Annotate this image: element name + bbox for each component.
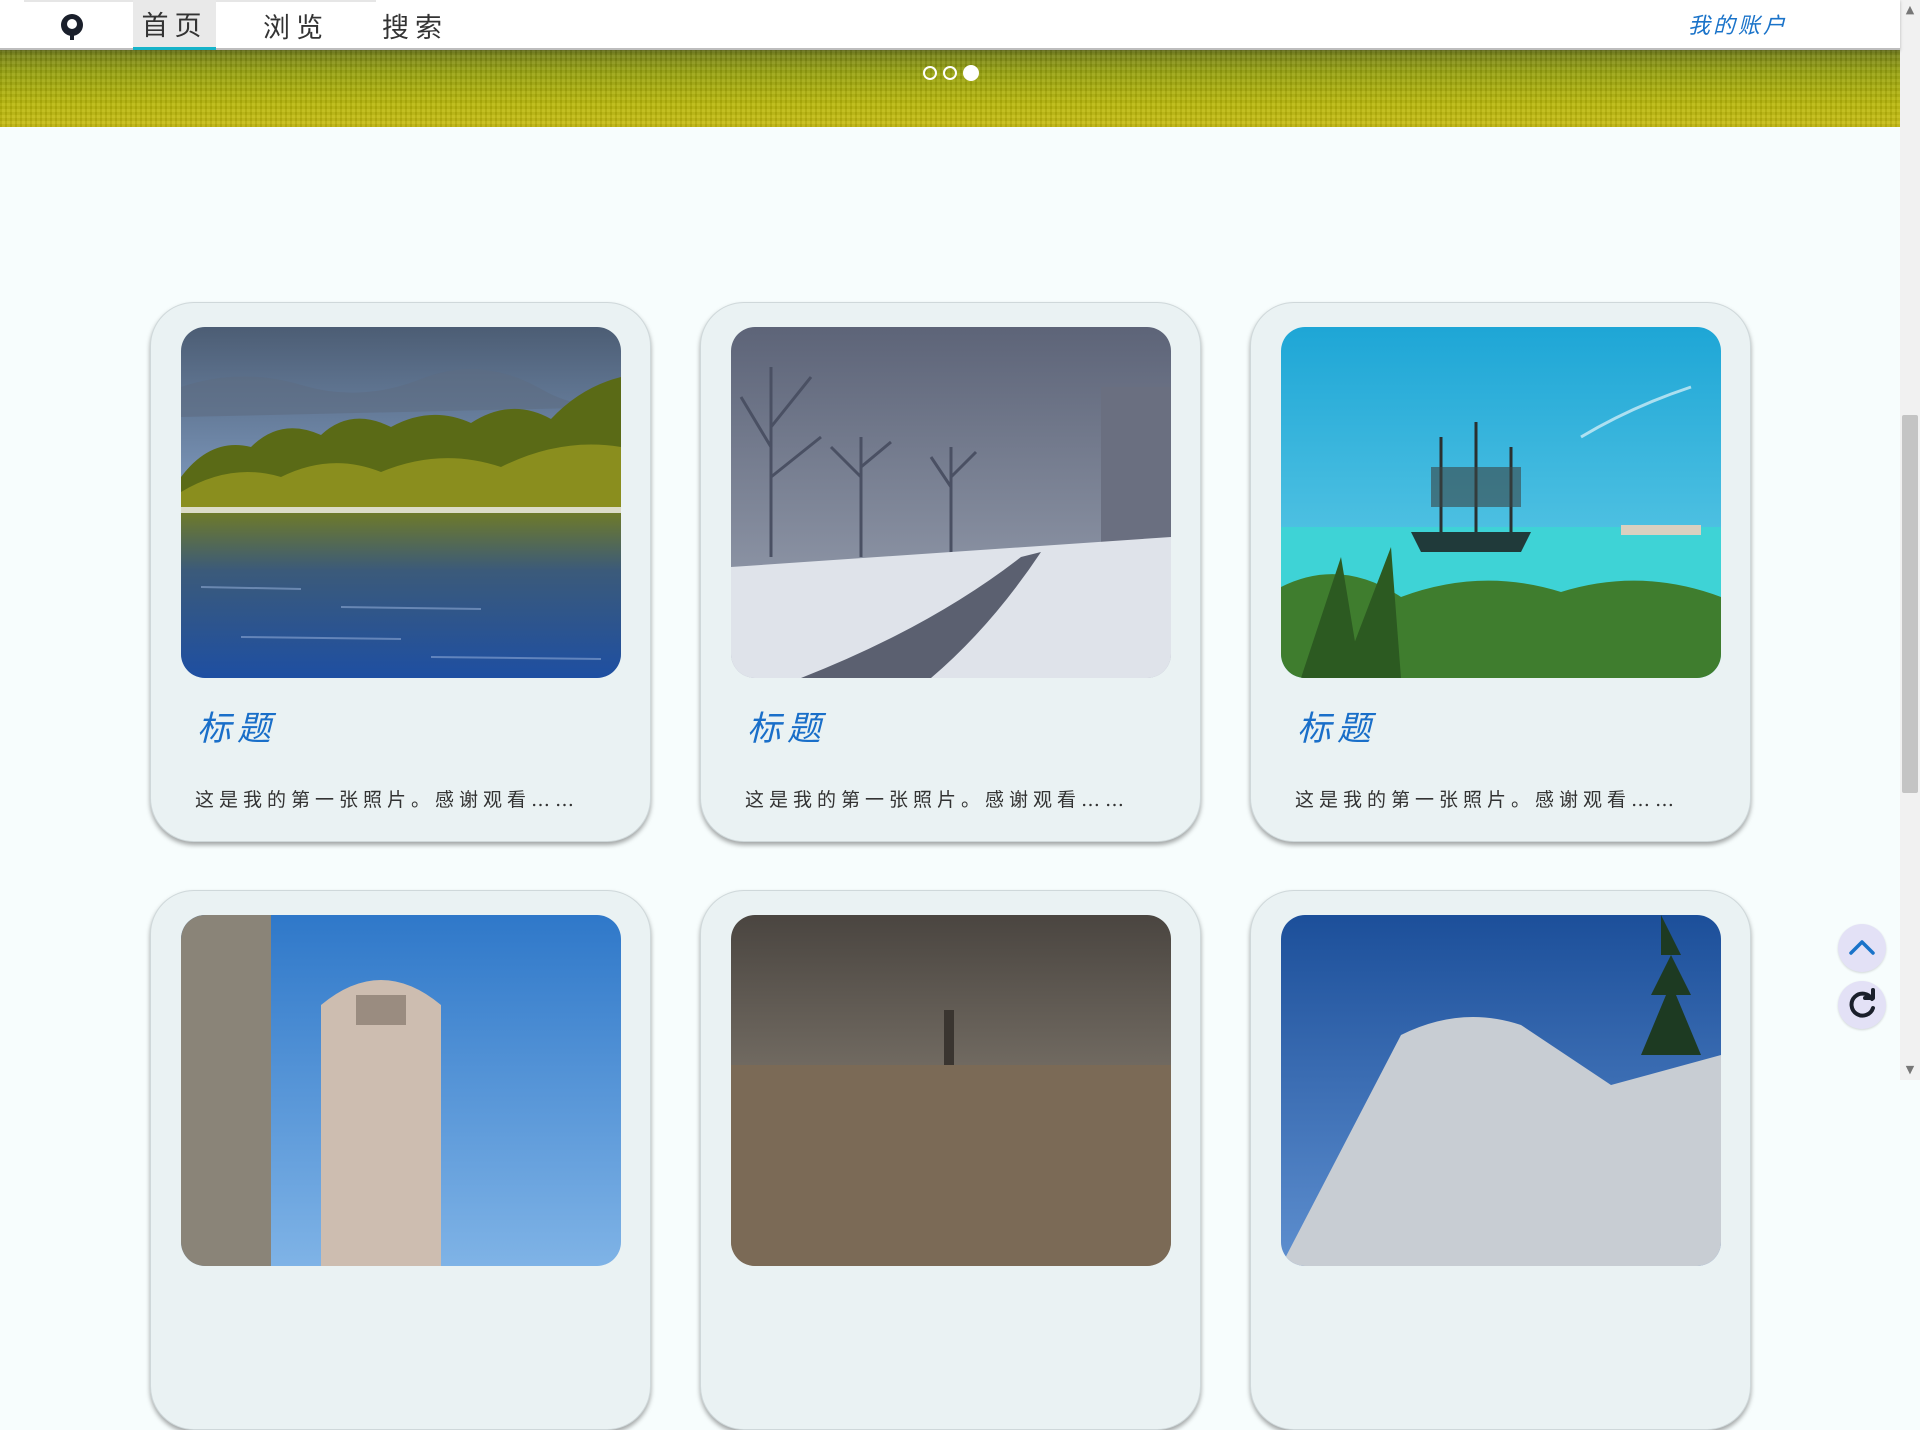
carousel-dot-3[interactable] bbox=[963, 65, 979, 81]
photo-card[interactable] bbox=[1250, 890, 1751, 1430]
card-description: 这是我的第一张照片。感谢观看…… bbox=[195, 789, 580, 811]
refresh-icon bbox=[1849, 988, 1875, 1018]
carousel-dot-1[interactable] bbox=[923, 66, 937, 80]
tab-browse[interactable]: 浏览 bbox=[256, 0, 336, 50]
card-title[interactable]: 标题 bbox=[197, 701, 277, 750]
carousel-indicators bbox=[923, 65, 979, 81]
scroll-up-arrow-icon[interactable]: ▲ bbox=[1904, 4, 1916, 16]
snowy-mountain-photo[interactable] bbox=[1281, 915, 1721, 1266]
photo-card[interactable] bbox=[700, 890, 1201, 1430]
pirate-ship-beach-photo[interactable] bbox=[1281, 327, 1721, 678]
user-logo-icon[interactable] bbox=[58, 13, 86, 41]
snowy-path-photo[interactable] bbox=[731, 327, 1171, 678]
photo-card[interactable]: 标题 这是我的第一张照片。感谢观看…… bbox=[700, 302, 1201, 842]
vertical-scrollbar[interactable]: ▲ ▼ bbox=[1900, 0, 1920, 1080]
carousel-dot-2[interactable] bbox=[943, 66, 957, 80]
back-to-top-button[interactable] bbox=[1838, 924, 1886, 972]
card-description: 这是我的第一张照片。感谢观看…… bbox=[1295, 789, 1680, 811]
lake-forest-photo[interactable] bbox=[181, 327, 621, 678]
top-navbar: 首页 浏览 搜索 我的账户 bbox=[0, 0, 1900, 50]
photo-card[interactable] bbox=[150, 890, 651, 1430]
card-title[interactable]: 标题 bbox=[1297, 701, 1377, 750]
cathedral-photo[interactable] bbox=[181, 915, 621, 1266]
card-description: 这是我的第一张照片。感谢观看…… bbox=[745, 789, 1130, 811]
photo-card[interactable]: 标题 这是我的第一张照片。感谢观看…… bbox=[1250, 302, 1751, 842]
scrollbar-thumb[interactable] bbox=[1902, 415, 1918, 793]
hero-banner bbox=[0, 48, 1900, 127]
my-account-link[interactable]: 我的账户 bbox=[1688, 8, 1788, 40]
photo-card[interactable]: 标题 这是我的第一张照片。感谢观看…… bbox=[150, 302, 651, 842]
scroll-down-arrow-icon[interactable]: ▼ bbox=[1904, 1064, 1916, 1076]
tab-search[interactable]: 搜索 bbox=[375, 0, 455, 50]
refresh-button[interactable] bbox=[1838, 981, 1886, 1029]
card-title[interactable]: 标题 bbox=[747, 701, 827, 750]
tab-home[interactable]: 首页 bbox=[133, 0, 216, 50]
chevron-up-icon bbox=[1849, 940, 1875, 955]
city-obelisk-photo[interactable] bbox=[731, 915, 1171, 1266]
